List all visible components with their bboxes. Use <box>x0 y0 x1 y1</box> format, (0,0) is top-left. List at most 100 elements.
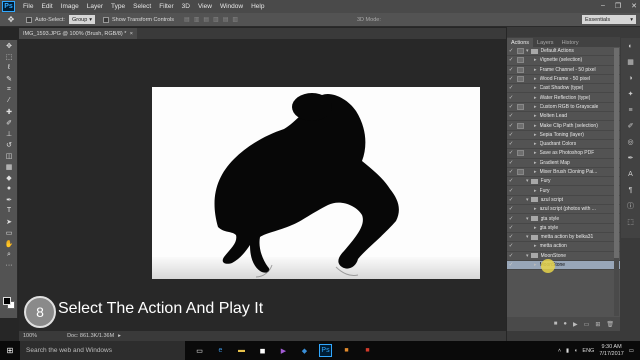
menu-filter[interactable]: Filter <box>159 3 173 10</box>
dialog-toggle[interactable] <box>517 113 524 119</box>
action-row[interactable]: ✓ ▸ Gradient Map <box>507 159 620 168</box>
collapse-arrow-icon[interactable]: ▸ <box>534 160 537 166</box>
file-explorer-icon[interactable]: ▬ <box>235 344 248 357</box>
start-button[interactable]: ⊞ <box>0 341 20 360</box>
toggle-check-icon[interactable]: ✓ <box>507 150 515 156</box>
app-icon-red[interactable]: ■ <box>361 344 374 357</box>
action-row[interactable]: ✓ ▸ Custom RGB to Grayscale <box>507 103 620 113</box>
action-set-row[interactable]: ✓ ▾ MoonStone <box>507 252 620 261</box>
dialog-toggle[interactable] <box>517 188 524 194</box>
toggle-check-icon[interactable]: ✓ <box>507 85 515 91</box>
lasso-tool-icon[interactable]: ℓ <box>0 62 18 73</box>
menu-select[interactable]: Select <box>133 3 151 10</box>
paragraph-panel-icon[interactable]: ¶ <box>621 182 640 198</box>
history-brush-tool-icon[interactable]: ↺ <box>0 139 18 150</box>
dialog-toggle[interactable] <box>517 150 524 157</box>
dialog-toggle[interactable] <box>517 197 524 203</box>
dialog-toggle[interactable] <box>517 169 524 176</box>
expand-arrow-icon[interactable]: ▾ <box>526 197 529 203</box>
shape-tool-icon[interactable]: ▭ <box>0 227 18 238</box>
language-indicator[interactable]: ENG <box>582 348 594 354</box>
zoom-tool-icon[interactable]: ⌕ <box>0 249 18 260</box>
paths-panel-icon[interactable]: ✒ <box>621 150 640 166</box>
toggle-check-icon[interactable]: ✓ <box>507 243 515 249</box>
collapse-arrow-icon[interactable]: ▸ <box>534 150 537 156</box>
menu-3d[interactable]: 3D <box>182 3 190 10</box>
notifications-icon[interactable]: ▭ <box>629 348 634 354</box>
align-bottom-icon[interactable]: ▤ <box>203 16 209 23</box>
menu-type[interactable]: Type <box>111 3 125 10</box>
action-row[interactable]: ✓▸MoonStone <box>507 260 620 271</box>
adjustments-panel-icon[interactable]: ◑ <box>621 70 640 86</box>
new-action-icon[interactable]: ⊞ <box>595 321 600 328</box>
media-app-icon[interactable]: ▶ <box>277 344 290 357</box>
dodge-tool-icon[interactable]: ● <box>0 183 18 194</box>
tray-up-icon[interactable]: ˄ <box>558 348 561 354</box>
taskbar-search[interactable]: Search the web and Windows <box>20 341 185 360</box>
action-row[interactable]: ✓ ▸ Vignette (selection) <box>507 56 620 66</box>
collapse-arrow-icon[interactable]: ▸ <box>534 132 537 138</box>
toggle-check-icon[interactable]: ✓ <box>507 123 515 129</box>
expand-arrow-icon[interactable]: ▾ <box>526 48 529 54</box>
action-row[interactable]: ✓ ▸ gta style <box>507 224 620 233</box>
toggle-check-icon[interactable]: ✓ <box>507 76 515 82</box>
menu-layer[interactable]: Layer <box>87 3 103 10</box>
action-row[interactable]: ✓ ▸ Quadrant Colors <box>507 140 620 150</box>
action-row[interactable]: ✓ ▸ Save as Photoshop PDF <box>507 149 620 159</box>
app-icon[interactable]: ◆ <box>298 344 311 357</box>
toggle-check-icon[interactable]: ✓ <box>507 253 515 259</box>
menu-view[interactable]: View <box>198 3 212 10</box>
toggle-check-icon[interactable]: ✓ <box>507 178 515 184</box>
new-set-icon[interactable]: ▭ <box>584 321 590 328</box>
document-image[interactable] <box>152 87 480 279</box>
pen-tool-icon[interactable]: ✒ <box>0 194 18 205</box>
action-row[interactable]: ✓ ▸ Water Reflection (type) <box>507 94 620 103</box>
dialog-toggle[interactable] <box>517 243 524 249</box>
delete-icon[interactable]: 🗑 <box>606 321 614 328</box>
blur-tool-icon[interactable]: ◆ <box>0 172 18 183</box>
app-icon-orange[interactable]: ■ <box>340 344 353 357</box>
toggle-check-icon[interactable]: ✓ <box>507 113 515 119</box>
expand-arrow-icon[interactable]: ▾ <box>526 178 529 184</box>
swatches-panel-icon[interactable]: ▦ <box>621 54 640 70</box>
dialog-toggle[interactable] <box>517 132 524 138</box>
navigator-panel-icon[interactable]: ⬚ <box>621 214 640 230</box>
tab-actions[interactable]: Actions <box>507 38 534 47</box>
collapse-arrow-icon[interactable]: ▸ <box>534 67 537 73</box>
status-arrow-icon[interactable]: ▸ <box>118 333 121 339</box>
clone-stamp-tool-icon[interactable]: ⊥ <box>0 128 18 139</box>
align-left-icon[interactable]: ▥ <box>213 16 219 23</box>
align-center-icon[interactable]: ▤ <box>223 16 229 23</box>
dialog-toggle[interactable] <box>517 48 524 55</box>
toggle-check-icon[interactable]: ✓ <box>507 206 515 212</box>
toggle-check-icon[interactable]: ✓ <box>507 169 515 175</box>
toggle-check-icon[interactable]: ✓ <box>507 216 515 222</box>
collapse-arrow-icon[interactable]: ▸ <box>534 123 537 129</box>
action-row[interactable]: ✓ ▸ Fury <box>507 187 620 196</box>
toggle-check-icon[interactable]: ✓ <box>507 48 515 54</box>
foreground-color-swatch[interactable] <box>3 297 11 305</box>
toggle-check-icon[interactable]: ✓ <box>507 225 515 231</box>
menu-help[interactable]: Help <box>251 3 264 10</box>
toggle-check-icon[interactable]: ✓ <box>507 234 515 240</box>
dialog-toggle[interactable] <box>517 76 524 83</box>
toggle-check-icon[interactable]: ✓ <box>507 57 515 63</box>
toggle-check-icon[interactable]: ✓ <box>507 95 515 101</box>
expand-arrow-icon[interactable]: ▾ <box>526 253 529 259</box>
collapse-arrow-icon[interactable]: ▸ <box>534 169 537 175</box>
menu-edit[interactable]: Edit <box>41 3 52 10</box>
character-panel-icon[interactable]: A <box>621 166 640 182</box>
align-right-icon[interactable]: ▥ <box>232 16 238 23</box>
brushes-panel-icon[interactable]: ✐ <box>621 118 640 134</box>
dialog-toggle[interactable] <box>517 216 524 222</box>
network-icon[interactable]: ▮ <box>566 348 569 354</box>
styles-panel-icon[interactable]: ✦ <box>621 86 640 102</box>
action-set-row[interactable]: ✓ ▾ Default Actions <box>507 47 620 57</box>
dialog-toggle[interactable] <box>517 206 524 212</box>
gradient-tool-icon[interactable]: ▦ <box>0 161 18 172</box>
collapse-arrow-icon[interactable]: ▸ <box>534 188 537 194</box>
zoom-level[interactable]: 100% <box>23 333 37 339</box>
move-tool-icon[interactable]: ✥ <box>4 14 18 26</box>
collapse-arrow-icon[interactable]: ▸ <box>534 225 537 231</box>
store-app-icon[interactable]: ◼ <box>256 344 269 357</box>
